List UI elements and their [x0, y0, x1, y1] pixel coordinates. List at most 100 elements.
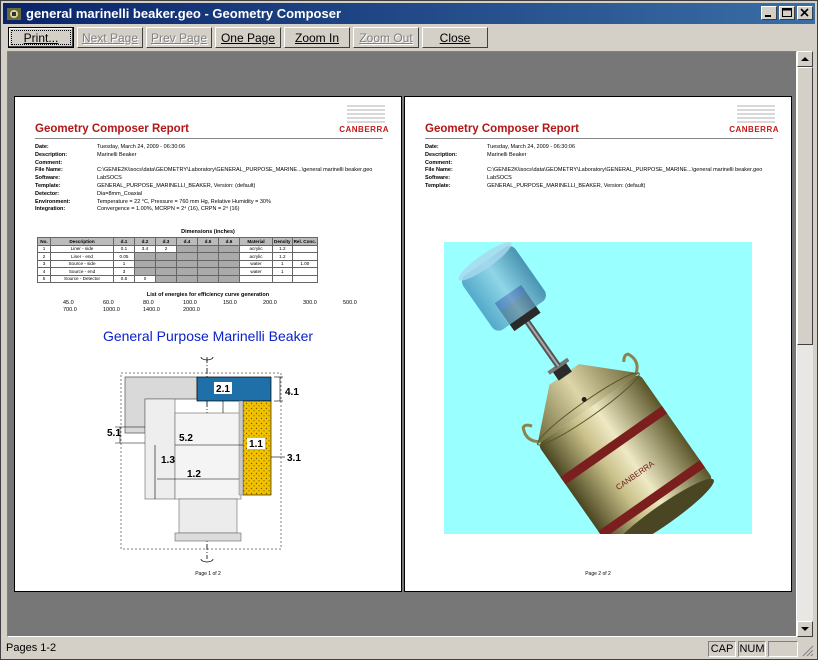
file-name-value: C:\GENIE2K\isocs\data\GEOMETRY\Laborator…	[487, 167, 763, 174]
one-page-button[interactable]: One Page	[215, 27, 281, 48]
table-cell: 2	[37, 252, 51, 261]
file-name-label: File Name:	[425, 167, 453, 174]
table-header: Density	[272, 237, 293, 246]
table-cell	[272, 274, 293, 283]
print-button[interactable]: Print...	[8, 27, 74, 48]
prev-page-button[interactable]: Prev Page	[146, 27, 212, 48]
table-cell: 3.4	[134, 244, 156, 253]
close-window-button[interactable]	[797, 6, 813, 20]
template-value: GENERAL_PURPOSE_MARINELLI_BEAKER, Versio…	[97, 182, 256, 189]
logo-graphic	[737, 105, 775, 125]
software-value: LabSOCS	[97, 175, 122, 182]
template-label: Template:	[425, 182, 451, 189]
table-cell: 1.2	[272, 252, 293, 261]
close-button[interactable]: Close	[422, 27, 488, 48]
preview-area[interactable]: CANBERRA Geometry Composer Report Date: T…	[7, 51, 797, 637]
table-header: d.4	[176, 237, 198, 246]
table-cell: Liner - side	[50, 244, 114, 253]
table-cell	[134, 252, 156, 261]
dim-label: 5.2	[179, 433, 193, 444]
table-cell: 1	[272, 259, 293, 268]
pages-indicator: Pages 1-2	[6, 642, 57, 654]
table-cell	[197, 259, 219, 268]
report-title: Geometry Composer Report	[35, 123, 190, 135]
table-cell: water	[239, 259, 273, 268]
divider	[35, 138, 383, 139]
maximize-button[interactable]	[779, 6, 795, 20]
report-page-1: CANBERRA Geometry Composer Report Date: T…	[14, 96, 402, 592]
dim-label: 1.3	[161, 455, 175, 466]
resize-grip-icon[interactable]	[802, 645, 814, 657]
diagram-title: General Purpose Marinelli Beaker	[102, 328, 314, 344]
zoom-in-button[interactable]: Zoom In	[284, 27, 350, 48]
table-cell: 0	[134, 274, 156, 283]
table-cell: 1.2	[272, 244, 293, 253]
energies-title: List of energies for efficiency curve ge…	[146, 292, 270, 298]
next-page-button[interactable]: Next Page	[77, 27, 143, 48]
energy-value: 150.0	[223, 300, 237, 306]
app-icon	[7, 7, 21, 20]
table-cell	[197, 274, 219, 283]
table-cell	[218, 267, 240, 276]
table-cell: acrylic	[239, 252, 273, 261]
file-name-value: C:\GENIE2K\isocs\data\GEOMETRY\Laborator…	[97, 167, 373, 174]
table-cell	[218, 274, 240, 283]
dim-label: 1.1	[249, 439, 263, 450]
table-cell	[155, 252, 177, 261]
table-cell	[176, 259, 198, 268]
table-cell: Source - side	[50, 259, 114, 268]
dimensions-table: No. Description d.1 d.2 d.3 d.4 d.5 d.6 Material…	[37, 237, 319, 283]
table-cell	[197, 267, 219, 276]
description-label: Description:	[425, 151, 458, 158]
report-metadata: Date: Tuesday, March 24, 2009 - 06:30:06 …	[425, 144, 762, 191]
num-lock-indicator: NUM	[738, 641, 766, 657]
date-value: Tuesday, March 24, 2009 - 06:30:06	[487, 144, 576, 150]
table-cell: Source - end	[50, 267, 114, 276]
minimize-button[interactable]	[761, 6, 777, 20]
energy-value: 500.0	[343, 300, 357, 306]
table-row: 2 Liner - end 0.05 acrylic 1.2	[37, 252, 319, 261]
energy-value: 80.0	[143, 300, 154, 306]
energy-value: 700.0	[63, 307, 77, 313]
canberra-logo: CANBERRA	[339, 125, 389, 134]
table-cell: 1	[113, 259, 135, 268]
software-label: Software:	[35, 175, 61, 182]
table-cell	[176, 274, 198, 283]
page-number: Page 2 of 2	[585, 571, 611, 577]
close-icon	[800, 8, 809, 17]
table-header: d.2	[134, 237, 156, 246]
energy-value: 300.0	[303, 300, 317, 306]
scroll-up-button[interactable]	[797, 51, 813, 67]
table-cell	[291, 244, 319, 253]
table-header: d.6	[218, 237, 240, 246]
table-cell	[218, 252, 240, 261]
scroll-lock-indicator	[768, 641, 798, 657]
scroll-down-button[interactable]	[797, 621, 813, 637]
table-cell	[197, 252, 219, 261]
dim-label: 2.1	[216, 384, 230, 395]
comment-label: Comment:	[425, 159, 453, 166]
description-label: Description:	[35, 151, 68, 158]
table-cell: acrylic	[239, 244, 273, 253]
table-cell: 1.00	[291, 259, 319, 268]
dim-label: 3.1	[287, 453, 301, 464]
zoom-out-button[interactable]: Zoom Out	[353, 27, 419, 48]
table-cell	[134, 267, 156, 276]
vertical-scrollbar[interactable]	[797, 51, 813, 637]
table-cell: 3	[113, 267, 135, 276]
energies-list: 45.0 60.0 80.0 100.0 150.0 200.0 300.0 500.0 70…	[63, 300, 383, 314]
scroll-thumb[interactable]	[797, 67, 813, 345]
date-value: Tuesday, March 24, 2009 - 06:30:06	[97, 144, 186, 150]
title-bar[interactable]: general marinelli beaker.geo - Geometry …	[3, 3, 815, 24]
minimize-icon	[765, 15, 771, 17]
dim-label: 1.2	[187, 469, 201, 480]
table-cell: Liner - end	[50, 252, 114, 261]
integration-value: Convergence = 1.00%, MCRPN = 2⁴ (16), CR…	[97, 206, 240, 213]
table-header: d.5	[197, 237, 219, 246]
dimensions-title: Dimensions (inches)	[181, 229, 235, 235]
table-cell	[155, 274, 177, 283]
marinelli-diagram: 2.1 4.1 5.1 5.2 1.1 3.1 1.3 1.2	[107, 356, 301, 563]
table-cell: 0.05	[113, 252, 135, 261]
toolbar: Print... Next Page Prev Page One Page Zo…	[3, 25, 815, 49]
divider	[425, 138, 773, 139]
